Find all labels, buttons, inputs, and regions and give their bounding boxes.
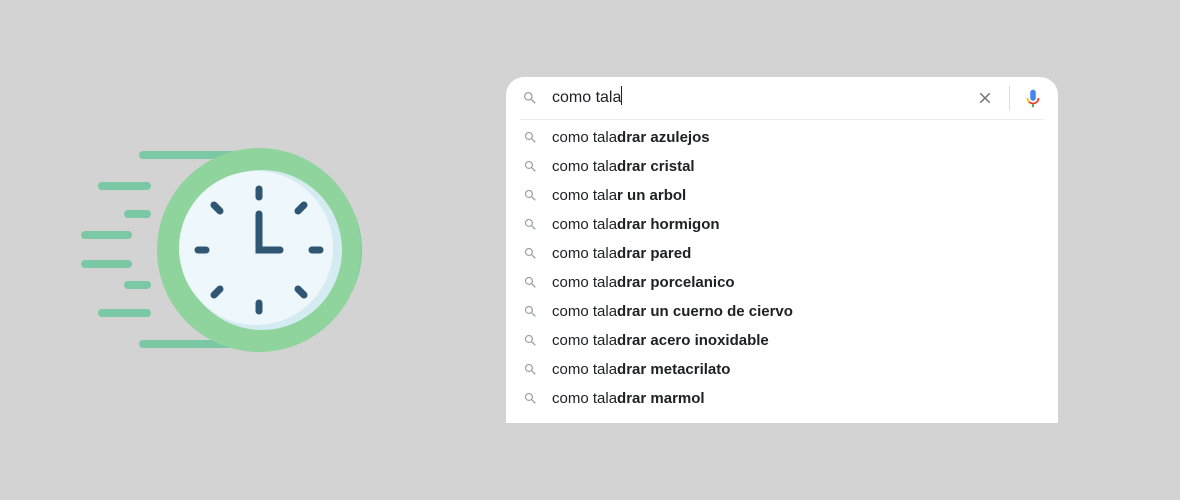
suggestion-text: como taladrar metacrilato (552, 361, 730, 378)
microphone-icon[interactable] (1022, 87, 1044, 109)
suggestion-completion: drar metacrilato (617, 361, 731, 378)
suggestion-item[interactable]: como taladrar cristal (506, 152, 1058, 181)
suggestion-completion: drar cristal (617, 158, 695, 175)
suggestions-divider (520, 119, 1044, 120)
suggestion-prefix: como tala (552, 274, 618, 291)
suggestion-item[interactable]: como taladrar marmol (506, 384, 1058, 413)
search-input[interactable]: como tala (552, 86, 952, 110)
suggestion-prefix: como tala (552, 216, 618, 233)
suggestion-list: como taladrar azulejos como taladrar cri… (506, 123, 1058, 413)
suggestion-completion: drar marmol (617, 390, 705, 407)
suggestion-text: como talar un arbol (552, 187, 686, 204)
suggestion-text: como taladrar porcelanico (552, 274, 735, 291)
suggestion-completion: drar un cuerno de ciervo (617, 303, 793, 320)
suggestion-item[interactable]: como taladrar pared (506, 239, 1058, 268)
search-icon (524, 160, 536, 172)
close-icon[interactable] (976, 89, 994, 107)
search-icon (524, 218, 536, 230)
suggestion-item[interactable]: como taladrar un cuerno de ciervo (506, 297, 1058, 326)
suggestion-item[interactable]: como taladrar hormigon (506, 210, 1058, 239)
suggestion-prefix: como tala (552, 332, 618, 349)
search-bar[interactable]: como tala (506, 77, 1058, 119)
search-icon (524, 131, 536, 143)
search-icon (524, 334, 536, 346)
suggestion-prefix: como tala (552, 245, 618, 262)
search-autocomplete-panel: como tala como taladrar azulejos como ta… (506, 77, 1058, 423)
suggestion-prefix: como tala (552, 361, 618, 378)
suggestion-prefix: como tala (552, 187, 618, 204)
suggestion-text: como taladrar acero inoxidable (552, 332, 769, 349)
search-icon (524, 276, 536, 288)
search-icon (524, 305, 536, 317)
suggestion-item[interactable]: como talar un arbol (506, 181, 1058, 210)
suggestion-item[interactable]: como taladrar acero inoxidable (506, 326, 1058, 355)
search-icon (524, 92, 536, 104)
suggestion-prefix: como tala (552, 303, 618, 320)
suggestion-prefix: como tala (552, 390, 618, 407)
suggestion-text: como taladrar pared (552, 245, 691, 262)
search-icon (524, 392, 536, 404)
search-query: como tala (552, 89, 622, 106)
suggestion-completion: drar acero inoxidable (617, 332, 769, 349)
suggestion-text: como taladrar marmol (552, 390, 705, 407)
suggestion-item[interactable]: como taladrar metacrilato (506, 355, 1058, 384)
suggestion-prefix: como tala (552, 129, 618, 146)
suggestion-text: como taladrar cristal (552, 158, 695, 175)
suggestion-text: como taladrar hormigon (552, 216, 720, 233)
suggestion-completion: drar porcelanico (617, 274, 735, 291)
search-bar-divider (1009, 86, 1010, 110)
suggestion-item[interactable]: como taladrar azulejos (506, 123, 1058, 152)
suggestion-completion: drar hormigon (617, 216, 720, 233)
suggestion-text: como taladrar un cuerno de ciervo (552, 303, 793, 320)
suggestion-completion: drar azulejos (617, 129, 710, 146)
suggestion-completion: r un arbol (617, 187, 687, 204)
suggestion-prefix: como tala (552, 158, 618, 175)
suggestion-completion: drar pared (617, 245, 692, 262)
suggestion-text: como taladrar azulejos (552, 129, 710, 146)
search-icon (524, 363, 536, 375)
search-icon (524, 247, 536, 259)
search-icon (524, 189, 536, 201)
text-caret (621, 86, 623, 105)
suggestion-item[interactable]: como taladrar porcelanico (506, 268, 1058, 297)
